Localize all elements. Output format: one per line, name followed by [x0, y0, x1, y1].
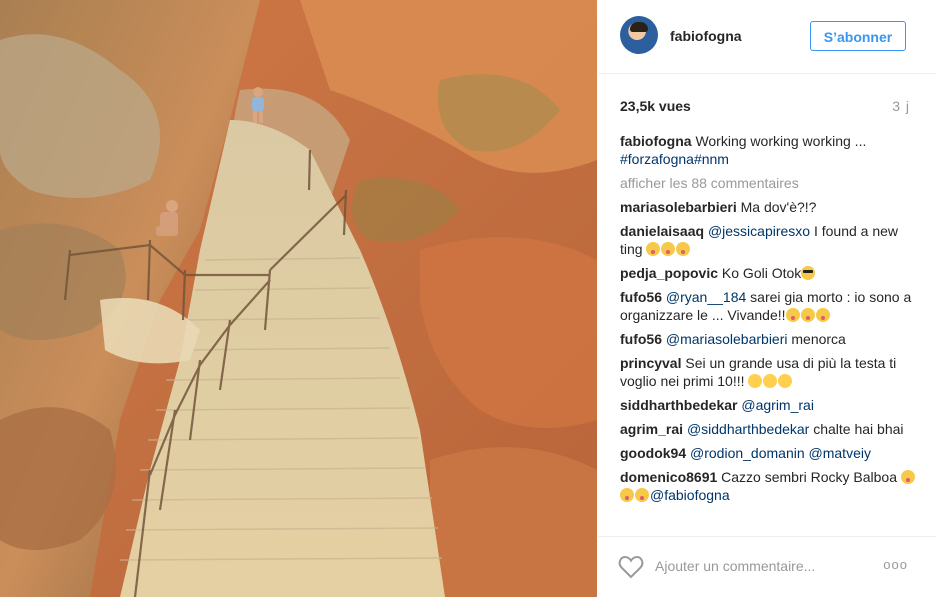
comment-username[interactable]: domenico8691	[620, 469, 717, 485]
post-header: fabiofogna S’abonner	[598, 0, 936, 74]
comment-username[interactable]: pedja_popovic	[620, 265, 718, 281]
tongue-emoji-icon	[635, 488, 649, 502]
tongue-emoji-icon	[815, 308, 830, 322]
comment-username[interactable]: danielaisaaq	[620, 223, 704, 239]
view-count: 23,5k vues	[620, 98, 691, 114]
post-age[interactable]: 3 j	[892, 98, 910, 114]
comment-username[interactable]: siddharthbedekar	[620, 397, 737, 413]
comment-mention[interactable]: @agrim_rai	[741, 397, 814, 413]
comment-item: danielaisaaq @jessicapiresxo I found a n…	[620, 222, 918, 258]
tongue-emoji-icon	[676, 242, 691, 256]
comment-mention[interactable]: @siddharthbedekar	[687, 421, 809, 437]
comment-mention[interactable]: @ryan__184	[666, 289, 746, 305]
tongue-emoji-icon	[661, 242, 676, 256]
comment-item: domenico8691 Cazzo sembri Rocky Balboa @…	[620, 468, 918, 504]
heart-icon[interactable]	[618, 555, 644, 579]
comment-item: agrim_rai @siddharthbedekar chalte hai b…	[620, 420, 918, 438]
load-more-comments[interactable]: afficher les 88 commentaires	[620, 174, 918, 192]
comment-item: fufo56 @ryan__184 sarei gia morto : io s…	[620, 288, 918, 324]
caption-username[interactable]: fabiofogna	[620, 133, 692, 149]
comment-mention[interactable]: @mariasolebarbieri	[666, 331, 788, 347]
cool-emoji-icon	[801, 266, 816, 280]
comment-username[interactable]: fufo56	[620, 289, 662, 305]
comment-username[interactable]: mariasolebarbieri	[620, 199, 737, 215]
comments-list: fabiofogna Working working working ... #…	[620, 132, 918, 510]
tongue-emoji-icon	[900, 470, 915, 484]
comment-username[interactable]: goodok94	[620, 445, 686, 461]
comment-username[interactable]: fufo56	[620, 331, 662, 347]
comment-item: goodok94 @rodion_domanin @matveiy	[620, 444, 918, 462]
comment-mention[interactable]: @rodion_domanin @matveiy	[690, 445, 871, 461]
post-video[interactable]	[0, 0, 597, 597]
comment-item: princyval Sei un grande usa di più la te…	[620, 354, 918, 390]
post-footer: Ajouter un commentaire... ooo	[598, 536, 936, 597]
instagram-post-modal: fabiofogna S’abonner 23,5k vues 3 j fabi…	[0, 0, 936, 597]
comment-item: pedja_popovic Ko Goli Otok	[620, 264, 918, 282]
comment-text: Ma dov'è?!?	[740, 199, 817, 215]
kiss-emoji-icon	[763, 374, 778, 388]
comment-text: sarei gia morto : io sono a organizzare …	[620, 289, 912, 323]
more-options-icon[interactable]: ooo	[883, 557, 908, 572]
post-stats: 23,5k vues 3 j	[598, 74, 936, 126]
comment-item: mariasolebarbieri Ma dov'è?!?	[620, 198, 918, 216]
comment-text: Ko Goli Otok	[721, 265, 802, 281]
comment-username[interactable]: agrim_rai	[620, 421, 683, 437]
caption-hashtags[interactable]: #forzafogna#nnm	[620, 151, 729, 167]
avatar[interactable]	[620, 16, 658, 54]
comment-item: siddharthbedekar @agrim_rai	[620, 396, 918, 414]
comment-mention[interactable]: @fabiofogna	[650, 487, 730, 503]
tongue-emoji-icon	[620, 488, 634, 502]
video-frame-stairs	[0, 0, 597, 597]
caption: fabiofogna Working working working ... #…	[620, 132, 918, 168]
follow-button[interactable]: S’abonner	[810, 21, 906, 51]
add-comment-input[interactable]: Ajouter un commentaire...	[655, 558, 815, 574]
kiss-emoji-icon	[748, 374, 763, 388]
kiss-emoji-icon	[778, 374, 793, 388]
comment-text: Cazzo sembri Rocky Balboa	[721, 469, 901, 485]
comment-text: chalte hai bhai	[809, 421, 904, 437]
comment-username[interactable]: princyval	[620, 355, 681, 371]
comment-mention[interactable]: @jessicapiresxo	[708, 223, 810, 239]
post-sidebar: fabiofogna S’abonner 23,5k vues 3 j fabi…	[598, 0, 936, 597]
tongue-emoji-icon	[785, 308, 800, 322]
tongue-emoji-icon	[800, 308, 815, 322]
comment-item: fufo56 @mariasolebarbieri menorca	[620, 330, 918, 348]
caption-text: Working working working ...	[695, 133, 867, 149]
avatar-hair-icon	[630, 22, 648, 32]
comment-text: menorca	[787, 331, 846, 347]
profile-username[interactable]: fabiofogna	[670, 28, 742, 44]
tongue-emoji-icon	[646, 242, 661, 256]
